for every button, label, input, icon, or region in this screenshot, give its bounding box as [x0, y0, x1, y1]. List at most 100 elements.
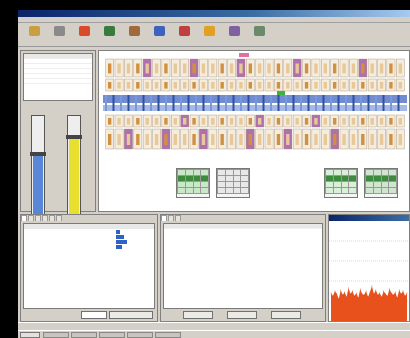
upper-lingual-tooth[interactable] — [367, 78, 377, 92]
lower-lingual-tooth[interactable] — [339, 114, 349, 128]
upper-buccal-tooth[interactable] — [133, 58, 143, 78]
lower-buccal-tooth[interactable] — [199, 128, 208, 150]
upper-lingual-tooth[interactable] — [114, 78, 124, 92]
grid-4[interactable] — [364, 168, 398, 198]
lower-buccal-tooth[interactable] — [367, 128, 377, 150]
lower-buccal-tooth[interactable] — [236, 128, 246, 150]
toolbar-button-4[interactable] — [126, 25, 142, 45]
lower-buccal-tooth[interactable] — [180, 128, 189, 150]
toolbar-button-7[interactable] — [201, 25, 217, 45]
toolbar-button-5[interactable] — [151, 25, 167, 45]
notes-tab-1[interactable] — [168, 215, 174, 221]
lower-lingual-tooth[interactable] — [161, 114, 171, 128]
upper-lingual-tooth[interactable] — [105, 78, 114, 92]
lower-buccal-tooth[interactable] — [105, 128, 114, 150]
upper-lingual-tooth[interactable] — [133, 78, 143, 92]
lower-buccal-tooth[interactable] — [396, 128, 405, 150]
upper-buccal-tooth[interactable] — [321, 58, 330, 78]
lower-buccal-tooth[interactable] — [161, 128, 171, 150]
toolbar-button-3[interactable] — [101, 25, 117, 45]
list-button[interactable] — [109, 311, 153, 319]
lower-lingual-tooth[interactable] — [180, 114, 189, 128]
lower-lingual-tooth[interactable] — [330, 114, 339, 128]
lower-lingual-tooth[interactable] — [114, 114, 124, 128]
list-tab-4[interactable] — [49, 215, 55, 221]
notes-table[interactable] — [163, 223, 323, 309]
grid-cell[interactable] — [184, 187, 194, 194]
lower-buccal-tooth[interactable] — [114, 128, 124, 150]
upper-buccal-tooth[interactable] — [246, 58, 255, 78]
taskbar-task-3[interactable] — [127, 331, 153, 338]
upper-buccal-tooth[interactable] — [142, 58, 152, 78]
upper-buccal-tooth[interactable] — [114, 58, 124, 78]
list-input[interactable] — [81, 311, 107, 319]
grid-cell[interactable] — [192, 187, 202, 194]
upper-lingual-tooth[interactable] — [311, 78, 321, 92]
lower-lingual-tooth[interactable] — [292, 114, 302, 128]
lower-buccal-tooth[interactable] — [377, 128, 386, 150]
lower-buccal-tooth[interactable] — [321, 128, 330, 150]
upper-lingual-tooth[interactable] — [377, 78, 386, 92]
toolbar-button-9[interactable] — [251, 25, 267, 45]
upper-lingual-tooth[interactable] — [283, 78, 293, 92]
upper-buccal-tooth[interactable] — [105, 58, 114, 78]
lower-lingual-tooth[interactable] — [217, 114, 227, 128]
upper-buccal-tooth[interactable] — [302, 58, 311, 78]
lower-buccal-tooth[interactable] — [152, 128, 161, 150]
lower-lingual-tooth[interactable] — [208, 114, 218, 128]
lower-buccal-tooth[interactable] — [255, 128, 264, 150]
upper-lingual-tooth[interactable] — [199, 78, 208, 92]
upper-buccal-tooth[interactable] — [161, 58, 171, 78]
lower-buccal-tooth[interactable] — [142, 128, 152, 150]
lower-buccal-tooth[interactable] — [208, 128, 218, 150]
upper-lingual-tooth[interactable] — [302, 78, 311, 92]
taskbar-task-2[interactable] — [99, 331, 125, 338]
toolbar-button-2[interactable] — [76, 25, 92, 45]
lower-buccal-tooth[interactable] — [311, 128, 321, 150]
lower-lingual-tooth[interactable] — [302, 114, 311, 128]
lower-buccal-tooth[interactable] — [339, 128, 349, 150]
grid-cell[interactable] — [388, 187, 397, 194]
upper-lingual-tooth[interactable] — [142, 78, 152, 92]
lower-buccal-tooth[interactable] — [171, 128, 180, 150]
lower-lingual-tooth[interactable] — [311, 114, 321, 128]
upper-lingual-tooth[interactable] — [274, 78, 283, 92]
upper-lingual-tooth[interactable] — [396, 78, 405, 92]
lower-buccal-tooth[interactable] — [264, 128, 274, 150]
toolbar-button-0[interactable] — [26, 25, 42, 45]
upper-buccal-tooth[interactable] — [330, 58, 339, 78]
gauge-right-slider[interactable] — [66, 115, 82, 223]
notes-tab-0[interactable] — [161, 215, 167, 221]
lower-lingual-tooth[interactable] — [152, 114, 161, 128]
upper-lingual-tooth[interactable] — [349, 78, 358, 92]
lower-buccal-tooth[interactable] — [124, 128, 133, 150]
toolbar-button-8[interactable] — [226, 25, 242, 45]
list-tab-0[interactable] — [21, 215, 27, 221]
upper-buccal-tooth[interactable] — [349, 58, 358, 78]
grid-cell[interactable] — [232, 187, 242, 194]
gauge-knob[interactable] — [66, 135, 82, 140]
notes-button-1[interactable] — [183, 311, 213, 319]
taskbar-task-1[interactable] — [71, 331, 97, 338]
table-row[interactable] — [24, 79, 92, 84]
list-tab-5[interactable] — [56, 215, 62, 221]
grid-cell[interactable] — [217, 187, 226, 194]
grid-cell[interactable] — [200, 187, 209, 194]
upper-lingual-tooth[interactable] — [264, 78, 274, 92]
upper-lingual-tooth[interactable] — [161, 78, 171, 92]
grid-cell[interactable] — [348, 187, 357, 194]
grid-cell[interactable] — [365, 187, 374, 194]
lower-buccal-tooth[interactable] — [133, 128, 143, 150]
grid-2[interactable] — [216, 168, 250, 198]
upper-lingual-tooth[interactable] — [171, 78, 180, 92]
upper-lingual-tooth[interactable] — [180, 78, 189, 92]
upper-buccal-tooth[interactable] — [311, 58, 321, 78]
upper-buccal-tooth[interactable] — [339, 58, 349, 78]
period-table[interactable] — [23, 223, 155, 309]
upper-lingual-tooth[interactable] — [189, 78, 199, 92]
upper-lingual-tooth[interactable] — [255, 78, 264, 92]
lower-buccal-tooth[interactable] — [302, 128, 311, 150]
upper-buccal-tooth[interactable] — [367, 58, 377, 78]
lower-lingual-tooth[interactable] — [142, 114, 152, 128]
upper-buccal-tooth[interactable] — [396, 58, 405, 78]
